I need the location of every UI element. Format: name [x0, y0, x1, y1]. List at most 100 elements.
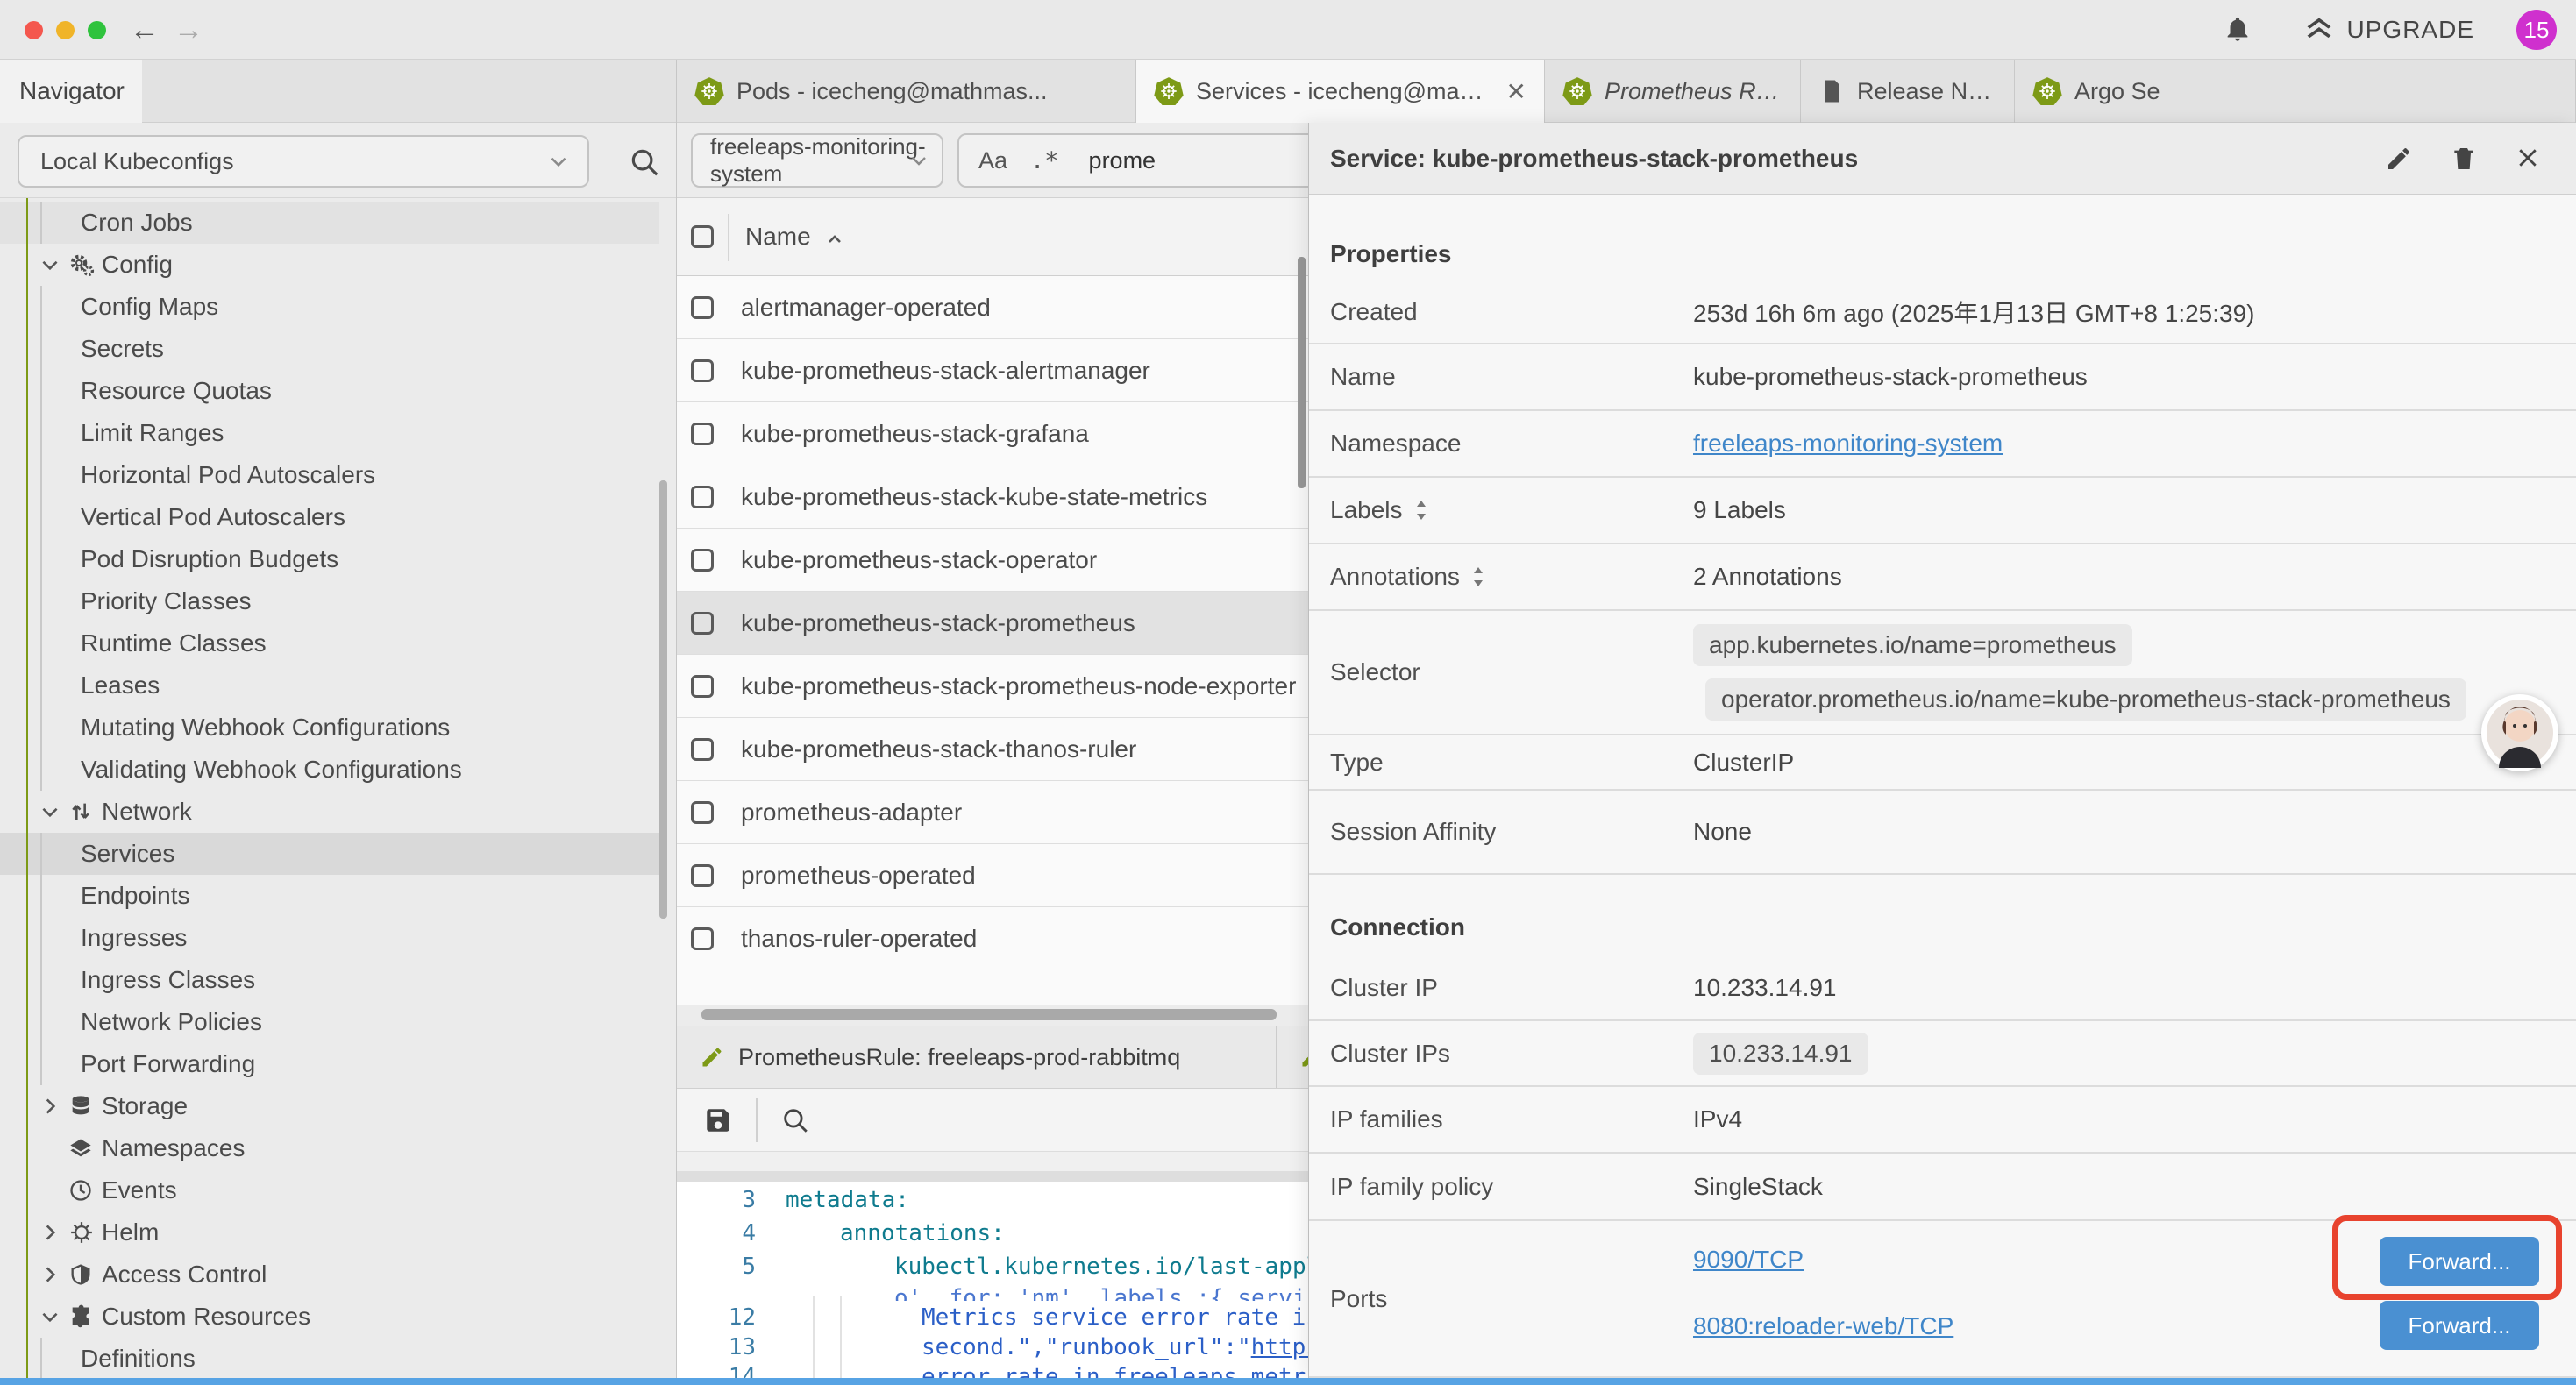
- detail-row-selector: Selectorapp.kubernetes.io/name=prometheu…: [1309, 611, 2576, 735]
- close-icon[interactable]: [2515, 145, 2541, 173]
- namespace-select[interactable]: freeleaps-monitoring-system: [691, 133, 943, 188]
- sidebar-item-helm[interactable]: Helm: [0, 1211, 659, 1254]
- sidebar-item-horizontal-pod-autoscalers[interactable]: Horizontal Pod Autoscalers: [0, 454, 659, 496]
- properties-heading: Properties: [1309, 195, 2576, 281]
- assistant-avatar[interactable]: [2481, 694, 2558, 771]
- chevron-right-icon[interactable]: [39, 1263, 63, 1286]
- sidebar-item-port-forwarding[interactable]: Port Forwarding: [0, 1043, 659, 1085]
- sidebar-item-ingresses[interactable]: Ingresses: [0, 917, 659, 959]
- line-number: 13: [677, 1334, 756, 1360]
- tab-prometheus-rules-icecheng[interactable]: Prometheus Rules - icecheng...: [1545, 60, 1801, 123]
- service-name-cell: kube-prometheus-stack-prometheus: [741, 609, 1135, 637]
- sidebar-item-resource-quotas[interactable]: Resource Quotas: [0, 370, 659, 412]
- dock-tab-label: PrometheusRule: freeleaps-prod-rabbitmq: [738, 1044, 1180, 1071]
- sidebar-item-access-control[interactable]: Access Control: [0, 1254, 659, 1296]
- sidebar-item-endpoints[interactable]: Endpoints: [0, 875, 659, 917]
- tab-argo-se[interactable]: Argo Se: [2015, 60, 2576, 123]
- sidebar-item-mutating-webhook-configurations[interactable]: Mutating Webhook Configurations: [0, 707, 659, 749]
- sidebar-item-services[interactable]: Services: [0, 833, 659, 875]
- sidebar-scrollbar[interactable]: [659, 480, 667, 919]
- detail-row-value: SingleStack: [1693, 1173, 1823, 1201]
- window-minimize-button[interactable]: [56, 21, 75, 39]
- row-checkbox[interactable]: [691, 359, 714, 382]
- save-icon[interactable]: [703, 1105, 733, 1135]
- table-horizontal-scrollbar[interactable]: [701, 1009, 1277, 1020]
- sidebar-item-config-maps[interactable]: Config Maps: [0, 286, 659, 328]
- namespaces-icon: [68, 1136, 95, 1161]
- row-checkbox[interactable]: [691, 927, 714, 950]
- sidebar-item-storage[interactable]: Storage: [0, 1085, 659, 1127]
- sidebar-item-definitions[interactable]: Definitions: [0, 1338, 659, 1380]
- tab-services-icecheng-math[interactable]: Services - icecheng@math...✕: [1136, 60, 1545, 123]
- sidebar-item-validating-webhook-configurations[interactable]: Validating Webhook Configurations: [0, 749, 659, 791]
- detail-row-ip-families: IP familiesIPv4: [1309, 1087, 2576, 1154]
- regex-toggle[interactable]: .*: [1030, 147, 1059, 174]
- row-checkbox[interactable]: [691, 675, 714, 698]
- row-checkbox[interactable]: [691, 296, 714, 319]
- sort-both-icon[interactable]: [1469, 565, 1488, 588]
- chevron-right-icon[interactable]: [39, 1221, 63, 1244]
- titlebar: ← → UPGRADE 15: [0, 0, 2576, 60]
- sidebar-item-pod-disruption-budgets[interactable]: Pod Disruption Budgets: [0, 538, 659, 580]
- name-column-header[interactable]: Name: [745, 223, 811, 251]
- sidebar-item-label: Access Control: [102, 1261, 267, 1289]
- search-input[interactable]: prome: [1089, 147, 1156, 174]
- edit-icon[interactable]: [2385, 145, 2413, 173]
- search-icon[interactable]: [628, 146, 661, 179]
- sidebar-item-events[interactable]: Events: [0, 1169, 659, 1211]
- tab-pods-icecheng-mathmas[interactable]: Pods - icecheng@mathmas...: [677, 60, 1136, 123]
- sidebar-item-runtime-classes[interactable]: Runtime Classes: [0, 622, 659, 664]
- sidebar-item-network-policies[interactable]: Network Policies: [0, 1001, 659, 1043]
- back-button[interactable]: ←: [130, 14, 160, 46]
- sidebar-item-secrets[interactable]: Secrets: [0, 328, 659, 370]
- row-checkbox[interactable]: [691, 801, 714, 824]
- chevron-right-icon[interactable]: [39, 1095, 63, 1118]
- sidebar-item-network[interactable]: Network: [0, 791, 659, 833]
- table-vertical-scrollbar[interactable]: [1298, 257, 1306, 488]
- upgrade-button[interactable]: UPGRADE: [2303, 14, 2474, 46]
- navigator-tab[interactable]: Navigator: [0, 60, 142, 123]
- navigator-panel: Navigator Local Kubeconfigs Cron JobsCon…: [0, 60, 677, 1385]
- port-link-9090-tcp[interactable]: 9090/TCP: [1693, 1246, 1804, 1274]
- sidebar-item-label: Port Forwarding: [81, 1050, 255, 1078]
- sidebar-item-leases[interactable]: Leases: [0, 664, 659, 707]
- sidebar-item-label: Pod Disruption Budgets: [81, 545, 338, 573]
- kubeconfig-select[interactable]: Local Kubeconfigs: [18, 135, 589, 188]
- tab-close-icon[interactable]: ✕: [1506, 77, 1526, 106]
- row-checkbox[interactable]: [691, 549, 714, 572]
- chevron-down-icon[interactable]: [39, 800, 63, 823]
- row-checkbox[interactable]: [691, 423, 714, 445]
- sidebar-item-vertical-pod-autoscalers[interactable]: Vertical Pod Autoscalers: [0, 496, 659, 538]
- sidebar-item-namespaces[interactable]: Namespaces: [0, 1127, 659, 1169]
- select-all-checkbox[interactable]: [691, 225, 714, 248]
- sidebar-item-priority-classes[interactable]: Priority Classes: [0, 580, 659, 622]
- row-checkbox[interactable]: [691, 612, 714, 635]
- port-link-8080-reloader-web-tcp[interactable]: 8080:reloader-web/TCP: [1693, 1312, 1953, 1340]
- row-checkbox[interactable]: [691, 864, 714, 887]
- sidebar-item-config[interactable]: Config: [0, 244, 659, 286]
- bell-icon[interactable]: [2223, 15, 2252, 45]
- sidebar-item-cron-jobs[interactable]: Cron Jobs: [0, 202, 659, 244]
- window-zoom-button[interactable]: [88, 21, 106, 39]
- editor-search-icon[interactable]: [780, 1105, 810, 1135]
- row-checkbox[interactable]: [691, 738, 714, 761]
- sidebar-item-ingress-classes[interactable]: Ingress Classes: [0, 959, 659, 1001]
- sidebar-item-label: Resource Quotas: [81, 377, 272, 405]
- sidebar-item-limit-ranges[interactable]: Limit Ranges: [0, 412, 659, 454]
- sidebar-item-custom-resources[interactable]: Custom Resources: [0, 1296, 659, 1338]
- match-case-toggle[interactable]: Aa: [978, 147, 1007, 174]
- chevron-down-icon[interactable]: [39, 1305, 63, 1328]
- forward-button[interactable]: →: [174, 14, 203, 46]
- chevron-down-icon[interactable]: [39, 253, 63, 276]
- delete-icon[interactable]: [2450, 145, 2478, 173]
- row-checkbox[interactable]: [691, 486, 714, 508]
- sidebar-item-label: Namespaces: [102, 1134, 245, 1162]
- forward-button-8080-reloader-web-tcp[interactable]: Forward...: [2380, 1301, 2539, 1350]
- sort-both-icon[interactable]: [1412, 499, 1431, 522]
- dock-tab-prometheusrule[interactable]: PrometheusRule: freeleaps-prod-rabbitmq: [677, 1026, 1277, 1088]
- namespace-link[interactable]: freeleaps-monitoring-system: [1693, 430, 2003, 458]
- notification-badge[interactable]: 15: [2516, 10, 2557, 50]
- tab-release-notes[interactable]: Release Notes: [1801, 60, 2015, 123]
- window-close-button[interactable]: [25, 21, 43, 39]
- sort-ascending-icon[interactable]: [824, 230, 845, 251]
